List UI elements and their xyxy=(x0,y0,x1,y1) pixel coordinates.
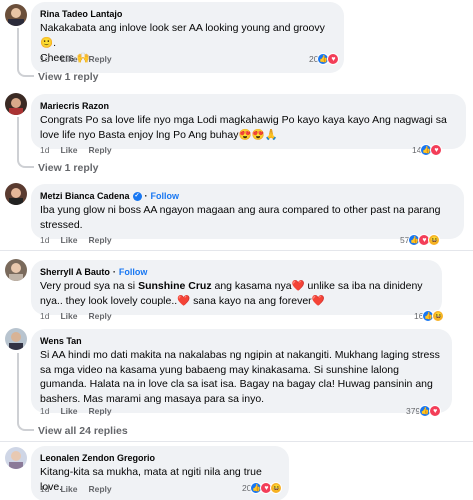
comment-bubble: Wens Tan Si AA hindi mo dati makita na n… xyxy=(31,329,452,413)
love-reaction-icon: ♥ xyxy=(430,144,443,156)
comment-actions: 1d Like Reply xyxy=(40,483,112,495)
like-button[interactable]: Like xyxy=(60,144,77,156)
view-replies-link[interactable]: View 1 reply xyxy=(38,162,99,174)
author-name[interactable]: Sherryll A Bauto xyxy=(40,266,110,278)
comment-text: Si AA hindi mo dati makita na nakalabas … xyxy=(40,349,440,405)
comment-actions: 1d Like Reply xyxy=(40,234,112,246)
avatar[interactable] xyxy=(5,4,27,26)
comment-text: Very proud sya na si Sunshine Cruz ang k… xyxy=(40,280,423,307)
reaction-summary[interactable]: 14 👍 ♥ xyxy=(412,143,443,157)
comment-time[interactable]: 1d xyxy=(40,310,49,322)
reply-button[interactable]: Reply xyxy=(88,405,111,417)
comment-actions: 1d Like Reply xyxy=(40,144,112,156)
reply-button[interactable]: Reply xyxy=(88,144,111,156)
avatar[interactable] xyxy=(5,93,27,115)
avatar[interactable] xyxy=(5,183,27,205)
comment-actions: 1d Like Reply xyxy=(40,310,112,322)
comment-time[interactable]: 1d xyxy=(40,483,49,495)
like-button[interactable]: Like xyxy=(60,483,77,495)
reply-button[interactable]: Reply xyxy=(88,234,111,246)
like-button[interactable]: Like xyxy=(60,310,77,322)
like-button[interactable]: Like xyxy=(60,234,77,246)
thread-line xyxy=(17,353,34,431)
reaction-summary[interactable]: 16 👍 😆 xyxy=(414,309,445,323)
follow-button[interactable]: Follow xyxy=(151,190,180,202)
comment-time[interactable]: 1d xyxy=(40,144,49,156)
comment-bubble: Mariecris Razon Congrats Po sa love life… xyxy=(31,94,466,149)
separator: · xyxy=(112,267,116,277)
like-button[interactable]: Like xyxy=(60,53,77,65)
love-reaction-icon: ♥ xyxy=(429,405,442,417)
reply-button[interactable]: Reply xyxy=(88,53,111,65)
reply-button[interactable]: Reply xyxy=(88,483,111,495)
comment-time[interactable]: 1d xyxy=(40,234,49,246)
follow-button[interactable]: Follow xyxy=(119,266,148,278)
divider xyxy=(0,250,473,251)
avatar[interactable] xyxy=(5,259,27,281)
haha-reaction-icon: 😆 xyxy=(432,310,445,322)
haha-reaction-icon: 😆 xyxy=(428,234,441,246)
heart-icon: ❤️ xyxy=(291,280,305,292)
view-replies-link[interactable]: View 1 reply xyxy=(38,71,99,83)
verified-badge-icon: ✓ xyxy=(132,191,142,201)
comment-text: Congrats Po sa love life nyo mga Lodi ma… xyxy=(40,114,447,141)
thread-line xyxy=(17,117,34,168)
author-name[interactable]: Metzi Bianca Cadena xyxy=(40,190,130,202)
heart-icon: ❤️ xyxy=(311,294,325,307)
comment-author[interactable]: Rina Tadeo Lantajo xyxy=(40,8,335,20)
heart-icon: ❤️ xyxy=(177,294,191,307)
comment-author[interactable]: Leonalen Zendon Gregorio xyxy=(40,452,280,464)
like-button[interactable]: Like xyxy=(60,405,77,417)
comment-author[interactable]: Mariecris Razon xyxy=(40,100,457,112)
comment-bubble: Sherryll A Bauto · Follow Very proud sya… xyxy=(31,260,442,315)
reaction-summary[interactable]: 20 👍 ♥ 😆 xyxy=(242,481,283,495)
avatar[interactable] xyxy=(5,328,27,350)
mention-link[interactable]: Sunshine Cruz xyxy=(138,280,212,292)
comment-text: Nakakabata ang inlove look ser AA lookin… xyxy=(40,22,325,49)
reaction-summary[interactable]: 20 👍 ♥ xyxy=(309,52,340,66)
comment-bubble: Metzi Bianca Cadena ✓ · Follow Iba yung … xyxy=(31,184,464,239)
divider xyxy=(0,441,473,442)
reply-button[interactable]: Reply xyxy=(88,310,111,322)
haha-reaction-icon: 😆 xyxy=(270,482,283,494)
comment-author: Metzi Bianca Cadena ✓ · Follow xyxy=(40,190,455,202)
comment-actions: 1d Like Reply xyxy=(40,405,112,417)
reaction-summary[interactable]: 379 👍 ♥ xyxy=(406,404,442,418)
comment-author: Sherryll A Bauto · Follow xyxy=(40,266,433,278)
separator: · xyxy=(144,191,148,201)
comment-time[interactable]: 1d xyxy=(40,53,49,65)
thread-line xyxy=(17,28,34,77)
view-replies-link[interactable]: View all 24 replies xyxy=(38,425,128,437)
comment-time[interactable]: 1d xyxy=(40,405,49,417)
avatar[interactable] xyxy=(5,447,27,469)
comment-actions: 1d Like Reply xyxy=(40,53,112,65)
reaction-summary[interactable]: 57 👍 ♥ 😆 xyxy=(400,233,441,247)
love-reaction-icon: ♥ xyxy=(327,53,340,65)
comment-text: Iba yung glow ni boss AA ngayon magaan a… xyxy=(40,204,441,231)
comment-author[interactable]: Wens Tan xyxy=(40,335,443,347)
reaction-count: 379 xyxy=(406,406,421,416)
